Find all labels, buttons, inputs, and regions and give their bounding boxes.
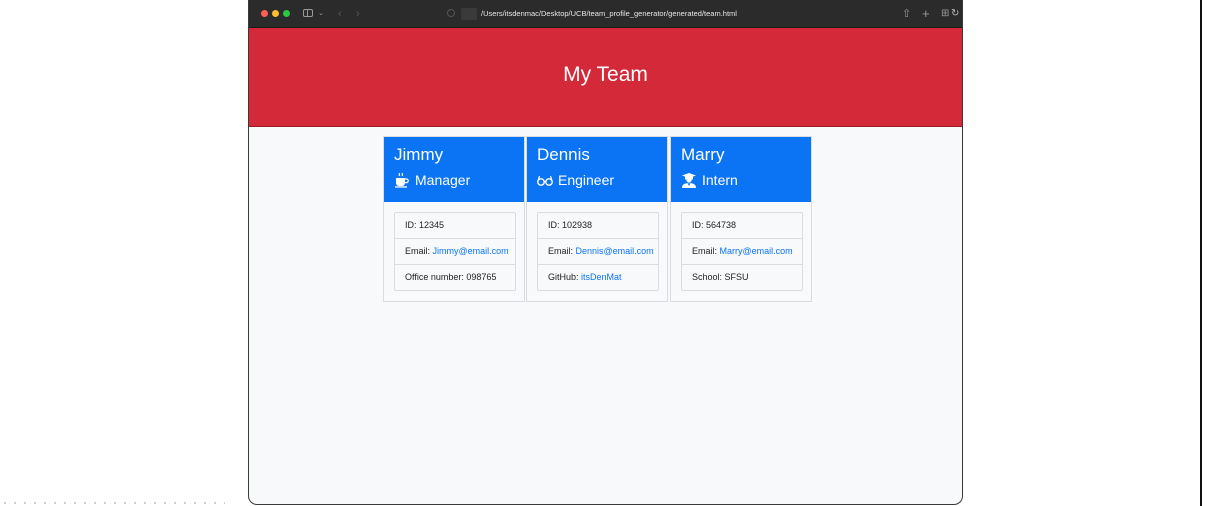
- header-banner: My Team: [249, 28, 962, 127]
- team-cards: Jimmy Manager ID: 12345 Email: Jimmy@ema…: [383, 136, 812, 302]
- github-label: GitHub:: [548, 272, 582, 282]
- id-value: 564738: [706, 220, 737, 230]
- school-row: School: SFSU: [682, 265, 802, 290]
- employee-name: Marry: [681, 145, 725, 164]
- email-row: Email: Marry@email.com: [682, 239, 802, 265]
- role-label: Intern: [702, 172, 738, 188]
- maximize-window-button[interactable]: [283, 10, 290, 17]
- back-arrow-icon[interactable]: ‹: [338, 0, 342, 28]
- email-label: Email:: [692, 246, 720, 256]
- card-header: Dennis Engineer: [527, 137, 667, 202]
- id-label: ID:: [548, 220, 563, 230]
- browser-window: ⌄ ‹ › /Users/itsdenmac/Desktop/UCB/team_…: [248, 0, 963, 505]
- card-body: ID: 102938 Email: Dennis@email.com GitHu…: [537, 212, 659, 291]
- card-body: ID: 564738 Email: Marry@email.com School…: [681, 212, 803, 291]
- browser-toolbar: ⌄ ‹ › /Users/itsdenmac/Desktop/UCB/team_…: [249, 0, 962, 28]
- close-window-button[interactable]: [261, 10, 268, 17]
- email-link[interactable]: Jimmy@email.com: [433, 246, 509, 256]
- email-row: Email: Dennis@email.com: [538, 239, 658, 265]
- id-row: ID: 564738: [682, 213, 802, 239]
- school-value: SFSU: [724, 272, 749, 282]
- email-link[interactable]: Dennis@email.com: [576, 246, 654, 256]
- office-number-row: Office number: 098765: [395, 265, 515, 290]
- glasses-icon: [537, 175, 553, 186]
- address-bar[interactable]: /Users/itsdenmac/Desktop/UCB/team_profil…: [447, 6, 959, 22]
- forward-arrow-icon[interactable]: ›: [356, 0, 360, 28]
- chevron-down-icon[interactable]: ⌄: [318, 0, 324, 28]
- sidebar-toggle-icon[interactable]: [303, 9, 313, 17]
- detail-list: ID: 12345 Email: Jimmy@email.com Office …: [394, 212, 516, 291]
- id-row: ID: 102938: [538, 213, 658, 239]
- email-row: Email: Jimmy@email.com: [395, 239, 515, 265]
- role-label: Manager: [415, 172, 471, 188]
- employee-card-intern: Marry Intern ID: 564738 Email: Marry@ema…: [670, 136, 812, 302]
- employee-name: Jimmy: [394, 145, 444, 164]
- reload-icon[interactable]: ↻: [951, 6, 959, 22]
- id-value: 102938: [562, 220, 593, 230]
- email-link[interactable]: Marry@email.com: [720, 246, 793, 256]
- url-text: /Users/itsdenmac/Desktop/UCB/team_profil…: [481, 9, 737, 18]
- school-label: School:: [692, 272, 725, 282]
- employee-role: Manager: [394, 172, 470, 188]
- employee-card-manager: Jimmy Manager ID: 12345 Email: Jimmy@ema…: [383, 136, 525, 302]
- graduate-icon: [682, 173, 696, 188]
- github-link[interactable]: itsDenMat: [581, 272, 622, 282]
- new-tab-plus-icon[interactable]: +: [922, 0, 930, 28]
- url-favicon: [461, 8, 477, 20]
- office-number-label: Office number:: [405, 272, 467, 282]
- role-label: Engineer: [558, 172, 615, 188]
- page-title: My Team: [563, 63, 648, 86]
- id-label: ID:: [692, 220, 707, 230]
- employee-card-engineer: Dennis Engineer ID: 102938 Email: Dennis…: [526, 136, 668, 302]
- card-header: Marry Intern: [671, 137, 811, 202]
- id-value: 12345: [419, 220, 445, 230]
- screen-edge: [1200, 0, 1202, 506]
- employee-name: Dennis: [537, 145, 590, 164]
- email-label: Email:: [405, 246, 433, 256]
- employee-role: Engineer: [537, 172, 614, 188]
- minimize-window-button[interactable]: [272, 10, 279, 17]
- email-label: Email:: [548, 246, 576, 256]
- id-row: ID: 12345: [395, 213, 515, 239]
- detail-list: ID: 564738 Email: Marry@email.com School…: [681, 212, 803, 291]
- card-header: Jimmy Manager: [384, 137, 524, 202]
- dotted-border-artifact: [0, 502, 225, 504]
- detail-list: ID: 102938 Email: Dennis@email.com GitHu…: [537, 212, 659, 291]
- id-label: ID:: [405, 220, 420, 230]
- tab-overview-icon[interactable]: ⊞: [941, 0, 949, 28]
- privacy-shield-icon: [447, 9, 455, 17]
- share-icon[interactable]: ⇧: [902, 0, 911, 28]
- coffee-icon: [395, 172, 409, 188]
- employee-role: Intern: [681, 172, 738, 188]
- office-number-value: 098765: [466, 272, 497, 282]
- github-row: GitHub: itsDenMat: [538, 265, 658, 290]
- card-body: ID: 12345 Email: Jimmy@email.com Office …: [394, 212, 516, 291]
